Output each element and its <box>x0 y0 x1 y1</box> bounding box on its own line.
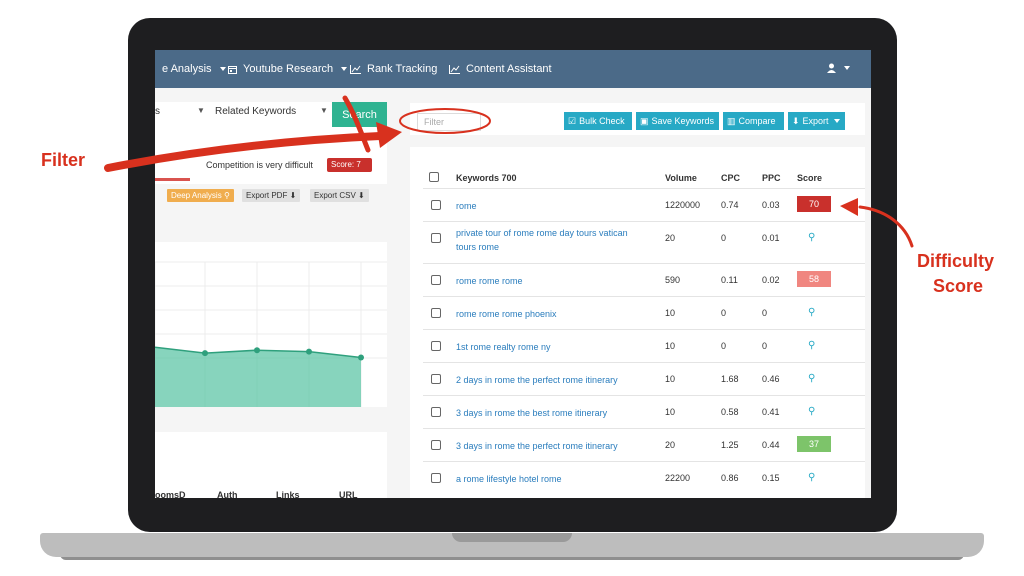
stage: e Analysis Youtube Research Rank Trackin… <box>0 0 1024 576</box>
search-arrow <box>342 95 371 153</box>
filter-highlight-circle <box>399 108 491 134</box>
difficulty-annotation-line2: Score <box>933 276 984 296</box>
filter-arrow-head <box>376 122 402 148</box>
score-arrow-head <box>840 198 858 216</box>
score-arrow <box>858 205 914 248</box>
filter-annotation: Filter <box>41 150 86 170</box>
difficulty-annotation-line1: Difficulty <box>917 251 995 271</box>
annotation-overlay <box>104 95 914 248</box>
filter-arrow <box>104 132 384 172</box>
